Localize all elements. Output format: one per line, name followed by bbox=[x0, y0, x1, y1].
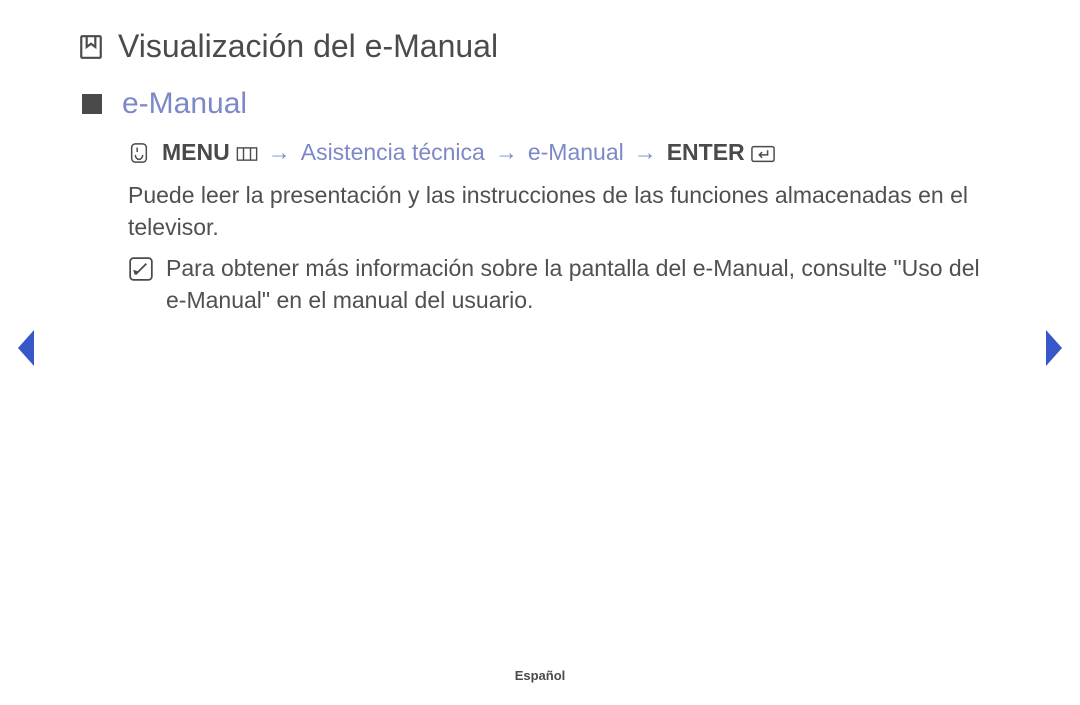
nav-arrow-1: → bbox=[264, 139, 295, 166]
footer-language: Español bbox=[0, 668, 1080, 683]
previous-page-button[interactable] bbox=[14, 328, 38, 373]
menu-grid-icon bbox=[236, 139, 258, 166]
nav-arrow-3: → bbox=[630, 139, 661, 166]
nav-arrow-2: → bbox=[491, 139, 522, 166]
note-row: Para obtener más información sobre la pa… bbox=[128, 253, 1002, 316]
nav-path-emanual: e-Manual bbox=[528, 139, 624, 166]
square-bullet-icon bbox=[82, 94, 102, 114]
subtitle-row: e-Manual bbox=[78, 87, 1002, 121]
page-title: Visualización del e-Manual bbox=[118, 28, 498, 65]
title-row: Visualización del e-Manual bbox=[78, 28, 1002, 65]
section-subtitle: e-Manual bbox=[122, 87, 247, 121]
note-pencil-icon bbox=[128, 256, 154, 282]
nav-menu-label: MENU bbox=[162, 139, 230, 166]
body-paragraph: Puede leer la presentación y las instruc… bbox=[128, 180, 1002, 243]
page-container: Visualización del e-Manual e-Manual MENU… bbox=[0, 0, 1080, 317]
bookmark-outline-icon bbox=[78, 34, 104, 60]
remote-hand-icon bbox=[128, 142, 150, 164]
nav-enter-label: ENTER bbox=[667, 139, 745, 166]
navigation-path: MENU → Asistencia técnica → e-Manual → E… bbox=[128, 139, 1002, 166]
nav-path-asistencia: Asistencia técnica bbox=[301, 139, 485, 166]
enter-return-icon bbox=[751, 139, 775, 166]
note-text: Para obtener más información sobre la pa… bbox=[166, 253, 1002, 316]
next-page-button[interactable] bbox=[1042, 328, 1066, 373]
